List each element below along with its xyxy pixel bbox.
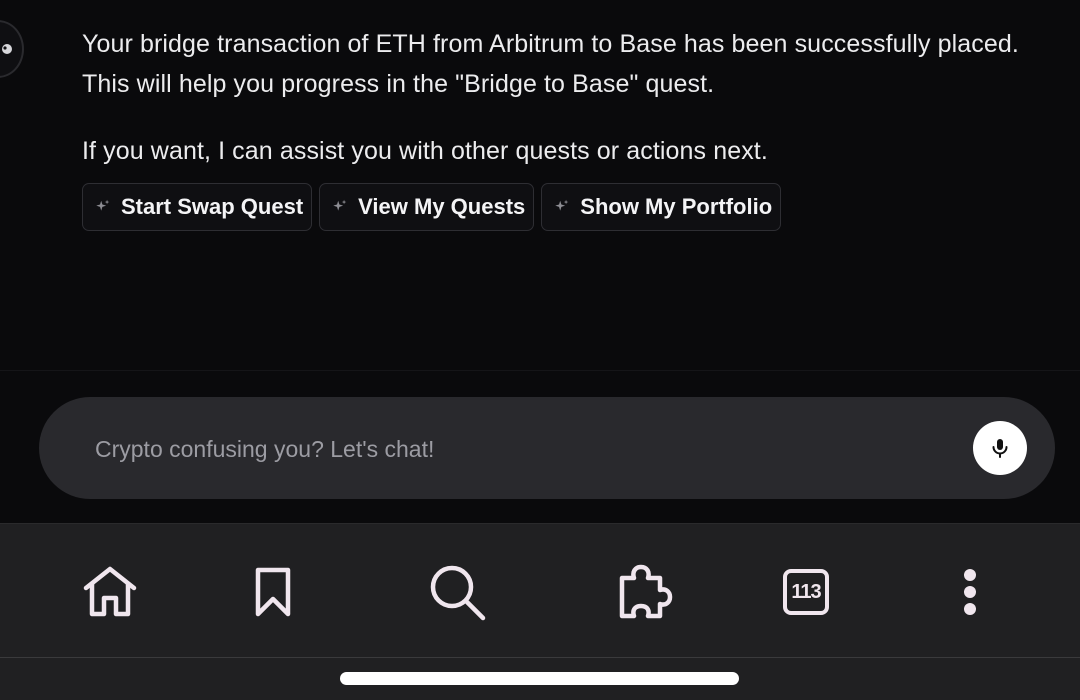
tab-count: 113 xyxy=(791,580,821,603)
show-my-portfolio-button[interactable]: Show My Portfolio xyxy=(541,183,782,231)
chat-composer xyxy=(39,397,1055,501)
sparkle-icon xyxy=(555,199,569,211)
puzzle-icon xyxy=(619,564,673,619)
avatar-icon xyxy=(2,44,12,54)
assistant-message: Your bridge transaction of ETH from Arbi… xyxy=(82,24,1042,171)
chip-label: Start Swap Quest xyxy=(121,194,304,219)
home-icon xyxy=(83,566,137,617)
message-paragraph: If you want, I can assist you with other… xyxy=(82,137,768,165)
more-menu-button[interactable] xyxy=(938,560,1002,624)
chat-area: Your bridge transaction of ETH from Arbi… xyxy=(0,0,1080,370)
bookmark-icon xyxy=(255,567,291,617)
microphone-button[interactable] xyxy=(973,421,1027,475)
tabs-button[interactable]: 113 xyxy=(774,560,838,624)
search-icon xyxy=(430,565,486,621)
message-paragraph: Your bridge transaction of ETH from Arbi… xyxy=(82,30,1019,98)
microphone-icon xyxy=(992,439,1008,458)
sparkle-icon xyxy=(333,199,347,211)
chip-label: Show My Portfolio xyxy=(580,194,773,219)
chip-label: View My Quests xyxy=(358,194,526,219)
search-button[interactable] xyxy=(425,560,489,624)
view-my-quests-button[interactable]: View My Quests xyxy=(319,183,535,231)
more-vertical-icon xyxy=(964,569,976,615)
start-swap-quest-button[interactable]: Start Swap Quest xyxy=(82,183,313,231)
extensions-button[interactable] xyxy=(612,560,676,624)
divider xyxy=(0,370,1080,371)
suggestion-chips: Start Swap Quest View My Quests Show My … xyxy=(82,183,782,231)
bookmarks-button[interactable] xyxy=(241,560,305,624)
gesture-handle[interactable] xyxy=(340,672,739,685)
sparkle-icon xyxy=(96,199,110,211)
home-button[interactable] xyxy=(78,560,142,624)
browser-bottom-toolbar: 113 xyxy=(0,523,1080,658)
system-gesture-area xyxy=(0,657,1080,700)
app-screen: Your bridge transaction of ETH from Arbi… xyxy=(0,0,1080,700)
chat-input[interactable] xyxy=(93,397,957,501)
tab-count-icon: 113 xyxy=(783,569,829,615)
assistant-avatar xyxy=(0,20,24,78)
